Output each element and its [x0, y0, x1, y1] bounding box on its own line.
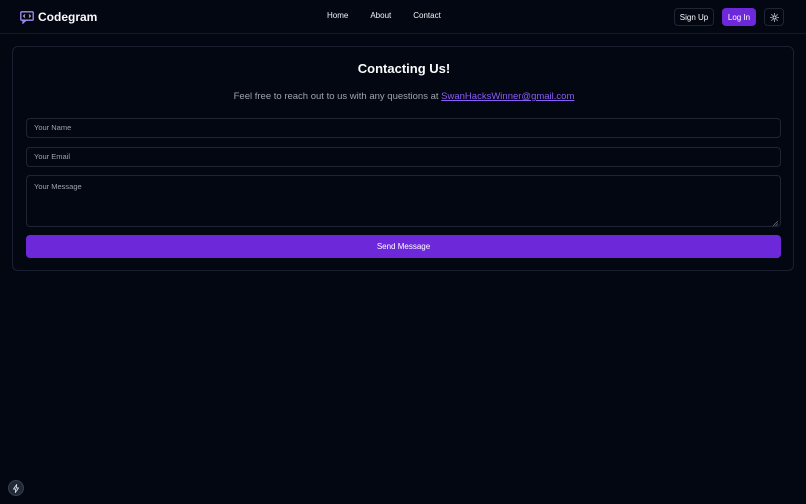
nav-link-home[interactable]: Home — [327, 11, 348, 20]
dev-tools-button[interactable] — [8, 480, 24, 496]
email-input-placeholder: Your Email — [34, 152, 70, 161]
contact-intro: Feel free to reach out to us with any qu… — [13, 91, 795, 102]
page-title: Contacting Us! — [357, 61, 451, 76]
log-in-button[interactable]: Log In — [722, 8, 756, 26]
main-nav: Home About Contact — [317, 11, 441, 20]
theme-toggle-button[interactable] — [764, 8, 784, 26]
chat-code-icon — [20, 10, 34, 24]
contact-email-link[interactable]: SwanHacksWinner@gmail.com — [441, 91, 574, 102]
sun-icon — [769, 10, 779, 25]
message-textarea-placeholder: Your Message — [34, 182, 82, 191]
send-message-button[interactable]: Send Message — [26, 235, 781, 258]
lightning-icon — [12, 481, 20, 496]
name-input[interactable]: Your Name — [26, 118, 781, 138]
message-textarea[interactable]: Your Message — [26, 175, 781, 227]
contact-card: Contacting Us! Feel free to reach out to… — [12, 46, 794, 271]
email-input[interactable]: Your Email — [26, 147, 781, 167]
brand-name: Codegram — [38, 10, 98, 24]
nav-link-contact[interactable]: Contact — [413, 11, 441, 20]
resize-handle-icon[interactable] — [772, 219, 779, 227]
contact-intro-text: Feel free to reach out to us with any qu… — [233, 91, 442, 102]
nav-link-about[interactable]: About — [370, 11, 391, 20]
brand-logo-link[interactable]: Codegram — [20, 9, 97, 25]
name-input-placeholder: Your Name — [34, 123, 72, 132]
top-navbar: Codegram Home About Contact Sign Up Log … — [0, 0, 806, 34]
sign-up-button[interactable]: Sign Up — [674, 8, 714, 26]
